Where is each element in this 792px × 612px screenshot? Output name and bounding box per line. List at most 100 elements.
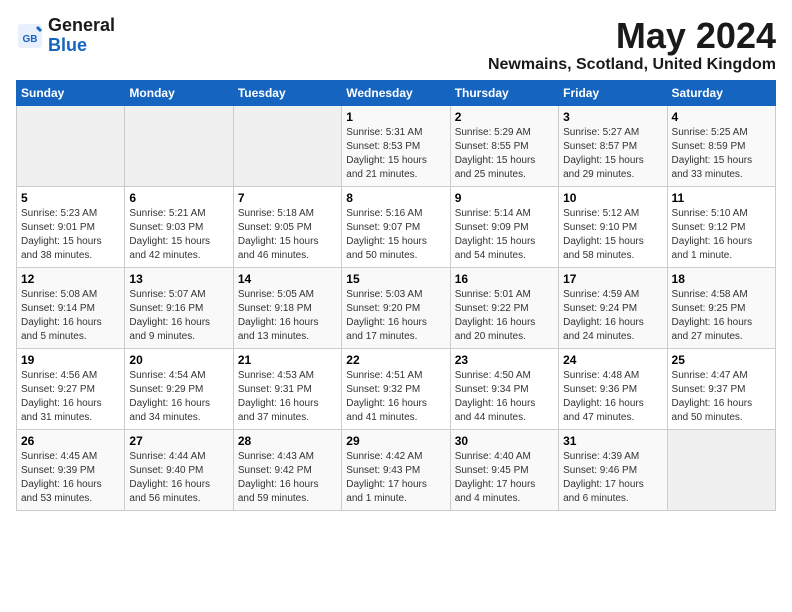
day-number: 22	[346, 353, 445, 367]
calendar-cell: 31Sunrise: 4:39 AM Sunset: 9:46 PM Dayli…	[559, 429, 667, 510]
calendar-cell: 14 Sunrise: 5:05 AM Sunset: 9:18 PM Dayli…	[233, 267, 341, 348]
day-info: Sunrise: 5:25 AM Sunset: 8:59 PM Dayligh…	[672, 126, 771, 182]
day-number: 11	[672, 191, 771, 205]
calendar-cell: 10 Sunrise: 5:12 AM Sunset: 9:10 PM Dayli…	[559, 186, 667, 267]
day-info: Sunrise: 4:43 AM Sunset: 9:42 PM Dayligh…	[238, 450, 337, 506]
day-number: 20	[129, 353, 228, 367]
title-area: May 2024 Newmains, Scotland, United King…	[488, 16, 776, 74]
day-info: Sunrise: 5:10 AM Sunset: 9:12 PM Dayligh…	[672, 207, 771, 263]
calendar-cell: 3 Sunrise: 5:27 AM Sunset: 8:57 PM Daylig…	[559, 105, 667, 186]
calendar-cell: 22 Sunrise: 4:51 AM Sunset: 9:32 PM Dayli…	[342, 348, 450, 429]
day-info: Sunrise: 4:47 AM Sunset: 9:37 PM Dayligh…	[672, 369, 771, 425]
calendar-cell: 6 Sunrise: 5:21 AM Sunset: 9:03 PM Daylig…	[125, 186, 233, 267]
day-number: 1	[346, 110, 445, 124]
logo-blue-text: Blue	[48, 35, 87, 55]
day-number: 17	[563, 272, 662, 286]
day-info: Sunrise: 4:50 AM Sunset: 9:34 PM Dayligh…	[455, 369, 554, 425]
day-info: Sunrise: 4:42 AM Sunset: 9:43 PM Dayligh…	[346, 450, 445, 506]
day-info: Sunrise: 5:27 AM Sunset: 8:57 PM Dayligh…	[563, 126, 662, 182]
calendar-cell: 15 Sunrise: 5:03 AM Sunset: 9:20 PM Dayli…	[342, 267, 450, 348]
day-number: 25	[672, 353, 771, 367]
day-number: 27	[129, 434, 228, 448]
calendar-cell: 5 Sunrise: 5:23 AM Sunset: 9:01 PM Daylig…	[17, 186, 125, 267]
day-info: Sunrise: 4:59 AM Sunset: 9:24 PM Dayligh…	[563, 288, 662, 344]
day-info: Sunrise: 4:58 AM Sunset: 9:25 PM Dayligh…	[672, 288, 771, 344]
day-number: 6	[129, 191, 228, 205]
calendar-cell	[17, 105, 125, 186]
day-info: Sunrise: 4:53 AM Sunset: 9:31 PM Dayligh…	[238, 369, 337, 425]
day-info: Sunrise: 5:01 AM Sunset: 9:22 PM Dayligh…	[455, 288, 554, 344]
day-number: 26	[21, 434, 120, 448]
weekday-header-wednesday: Wednesday	[342, 80, 450, 105]
calendar-cell: 24 Sunrise: 4:48 AM Sunset: 9:36 PM Dayli…	[559, 348, 667, 429]
day-number: 2	[455, 110, 554, 124]
calendar-cell: 8Sunrise: 5:16 AM Sunset: 9:07 PM Daylig…	[342, 186, 450, 267]
day-number: 10	[563, 191, 662, 205]
calendar-cell	[233, 105, 341, 186]
day-number: 18	[672, 272, 771, 286]
logo: GB General Blue	[16, 16, 115, 56]
day-number: 21	[238, 353, 337, 367]
day-number: 24	[563, 353, 662, 367]
calendar-cell: 4 Sunrise: 5:25 AM Sunset: 8:59 PM Daylig…	[667, 105, 775, 186]
day-number: 14	[238, 272, 337, 286]
calendar-cell: 29 Sunrise: 4:42 AM Sunset: 9:43 PM Dayli…	[342, 429, 450, 510]
logo-icon: GB	[16, 22, 44, 50]
day-info: Sunrise: 4:56 AM Sunset: 9:27 PM Dayligh…	[21, 369, 120, 425]
calendar-cell: 1 Sunrise: 5:31 AM Sunset: 8:53 PM Daylig…	[342, 105, 450, 186]
logo-general-text: General	[48, 15, 115, 35]
weekday-header-friday: Friday	[559, 80, 667, 105]
day-number: 19	[21, 353, 120, 367]
location-title: Newmains, Scotland, United Kingdom	[488, 56, 776, 74]
day-number: 3	[563, 110, 662, 124]
day-number: 23	[455, 353, 554, 367]
day-info: Sunrise: 5:12 AM Sunset: 9:10 PM Dayligh…	[563, 207, 662, 263]
calendar-cell: 26 Sunrise: 4:45 AM Sunset: 9:39 PM Dayli…	[17, 429, 125, 510]
day-number: 29	[346, 434, 445, 448]
calendar-cell: 28 Sunrise: 4:43 AM Sunset: 9:42 PM Dayli…	[233, 429, 341, 510]
calendar-cell: 2 Sunrise: 5:29 AM Sunset: 8:55 PM Daylig…	[450, 105, 558, 186]
calendar-cell: 30 Sunrise: 4:40 AM Sunset: 9:45 PM Dayli…	[450, 429, 558, 510]
calendar-cell: 11 Sunrise: 5:10 AM Sunset: 9:12 PM Dayli…	[667, 186, 775, 267]
calendar-cell: 18 Sunrise: 4:58 AM Sunset: 9:25 PM Dayli…	[667, 267, 775, 348]
day-number: 28	[238, 434, 337, 448]
day-info: Sunrise: 5:18 AM Sunset: 9:05 PM Dayligh…	[238, 207, 337, 263]
day-number: 5	[21, 191, 120, 205]
calendar-cell: 19 Sunrise: 4:56 AM Sunset: 9:27 PM Dayli…	[17, 348, 125, 429]
calendar-table: SundayMondayTuesdayWednesdayThursdayFrid…	[16, 80, 776, 511]
calendar-cell: 23 Sunrise: 4:50 AM Sunset: 9:34 PM Dayli…	[450, 348, 558, 429]
calendar-cell: 12Sunrise: 5:08 AM Sunset: 9:14 PM Dayli…	[17, 267, 125, 348]
calendar-cell: 16 Sunrise: 5:01 AM Sunset: 9:22 PM Dayli…	[450, 267, 558, 348]
day-info: Sunrise: 5:16 AM Sunset: 9:07 PM Dayligh…	[346, 207, 445, 263]
day-number: 9	[455, 191, 554, 205]
calendar-cell: 25 Sunrise: 4:47 AM Sunset: 9:37 PM Dayli…	[667, 348, 775, 429]
calendar-cell	[125, 105, 233, 186]
day-number: 30	[455, 434, 554, 448]
weekday-header-sunday: Sunday	[17, 80, 125, 105]
day-number: 31	[563, 434, 662, 448]
weekday-header-tuesday: Tuesday	[233, 80, 341, 105]
day-info: Sunrise: 4:40 AM Sunset: 9:45 PM Dayligh…	[455, 450, 554, 506]
day-info: Sunrise: 4:48 AM Sunset: 9:36 PM Dayligh…	[563, 369, 662, 425]
calendar-cell: 13Sunrise: 5:07 AM Sunset: 9:16 PM Dayli…	[125, 267, 233, 348]
day-info: Sunrise: 5:08 AM Sunset: 9:14 PM Dayligh…	[21, 288, 120, 344]
calendar-cell: 21 Sunrise: 4:53 AM Sunset: 9:31 PM Dayli…	[233, 348, 341, 429]
weekday-header-thursday: Thursday	[450, 80, 558, 105]
day-info: Sunrise: 5:21 AM Sunset: 9:03 PM Dayligh…	[129, 207, 228, 263]
day-info: Sunrise: 5:14 AM Sunset: 9:09 PM Dayligh…	[455, 207, 554, 263]
day-info: Sunrise: 4:44 AM Sunset: 9:40 PM Dayligh…	[129, 450, 228, 506]
day-info: Sunrise: 4:51 AM Sunset: 9:32 PM Dayligh…	[346, 369, 445, 425]
day-info: Sunrise: 5:23 AM Sunset: 9:01 PM Dayligh…	[21, 207, 120, 263]
day-number: 4	[672, 110, 771, 124]
calendar-cell	[667, 429, 775, 510]
day-info: Sunrise: 5:03 AM Sunset: 9:20 PM Dayligh…	[346, 288, 445, 344]
svg-text:GB: GB	[23, 34, 38, 45]
day-number: 16	[455, 272, 554, 286]
day-info: Sunrise: 4:45 AM Sunset: 9:39 PM Dayligh…	[21, 450, 120, 506]
day-number: 15	[346, 272, 445, 286]
day-info: Sunrise: 5:05 AM Sunset: 9:18 PM Dayligh…	[238, 288, 337, 344]
day-info: Sunrise: 5:07 AM Sunset: 9:16 PM Dayligh…	[129, 288, 228, 344]
day-info: Sunrise: 5:31 AM Sunset: 8:53 PM Dayligh…	[346, 126, 445, 182]
day-info: Sunrise: 5:29 AM Sunset: 8:55 PM Dayligh…	[455, 126, 554, 182]
weekday-header-saturday: Saturday	[667, 80, 775, 105]
